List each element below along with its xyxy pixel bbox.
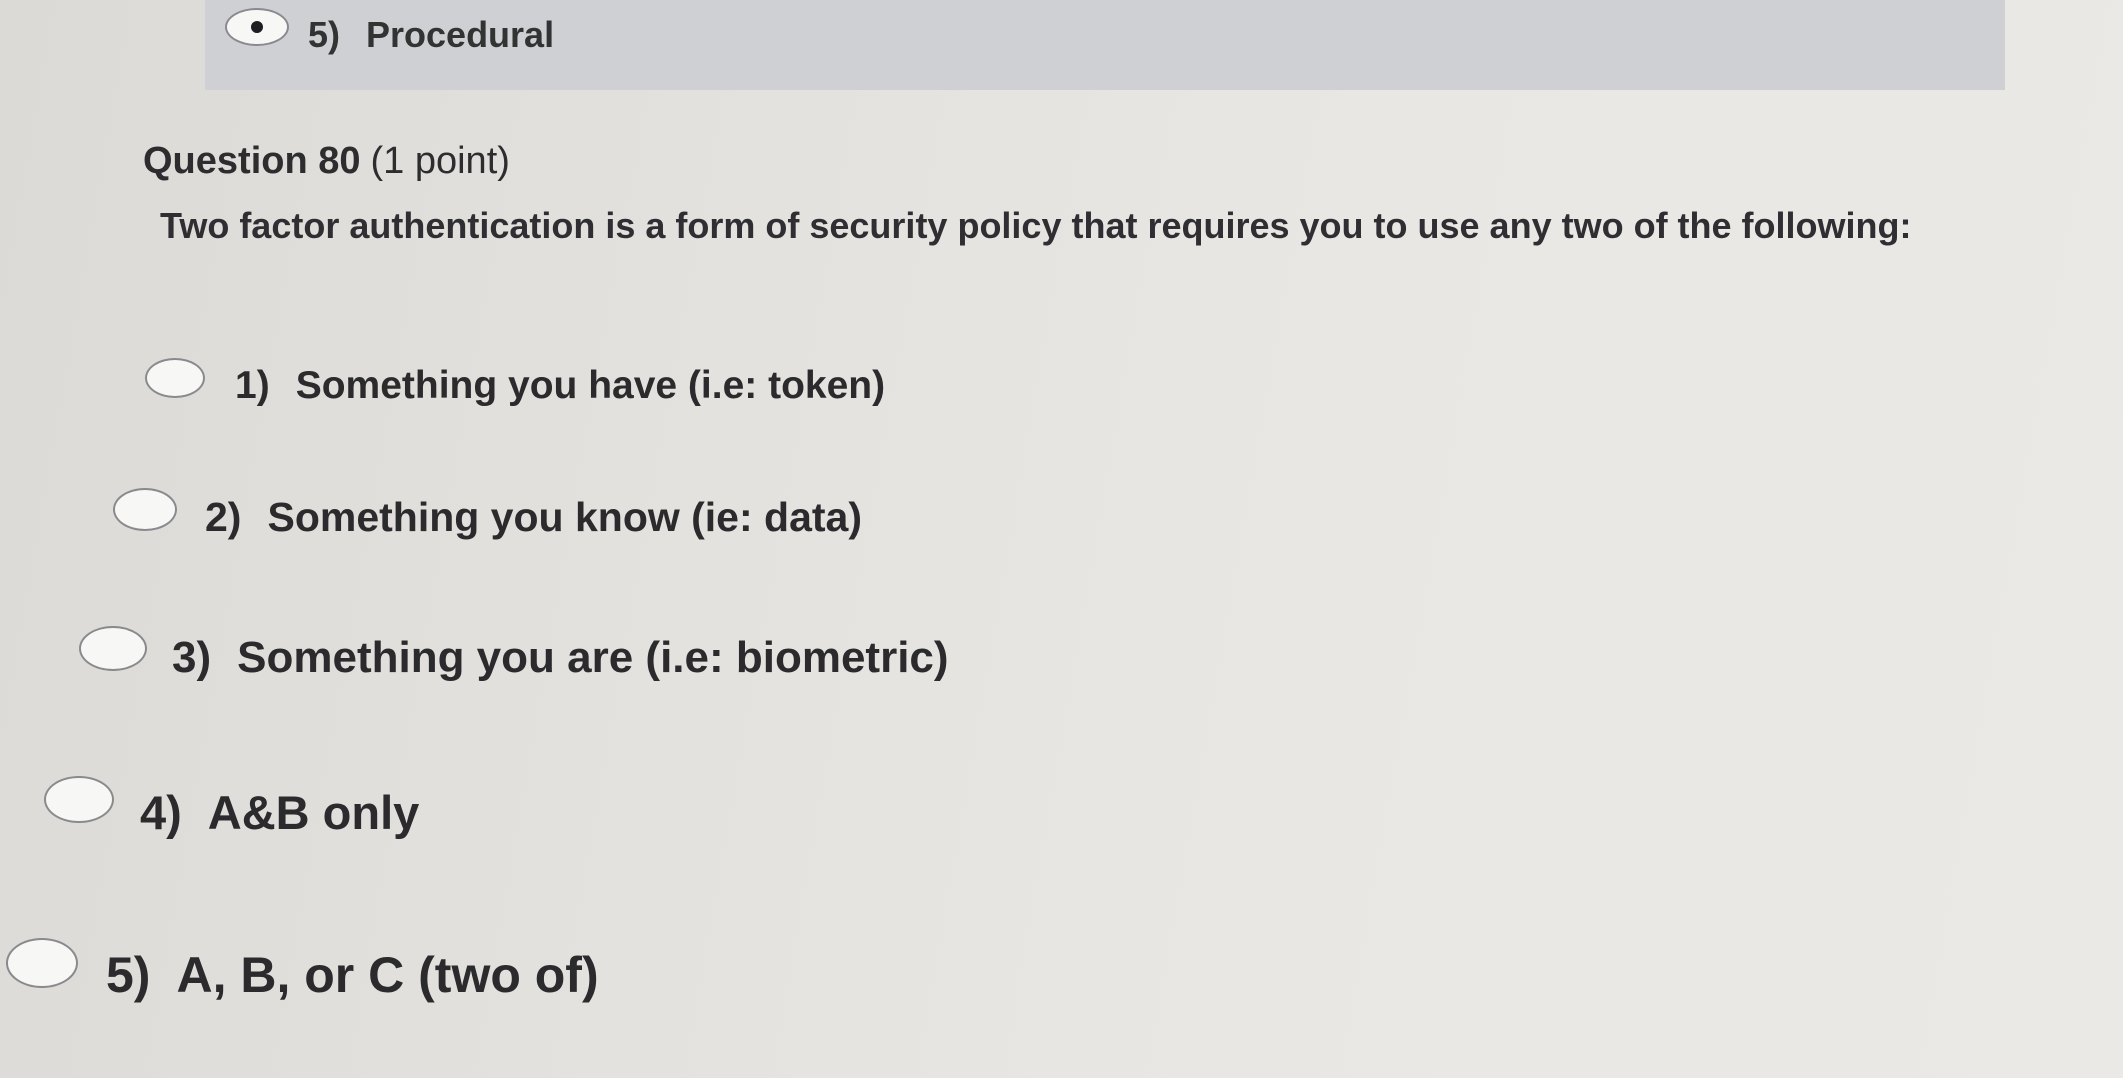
option-3-radio[interactable]	[79, 626, 147, 671]
option-1[interactable]: 1) Something you have (i.e: token)	[235, 364, 885, 408]
option-2-radio[interactable]	[113, 488, 177, 531]
option-3[interactable]: 3) Something you are (i.e: biometric)	[172, 633, 949, 683]
previous-option-label: Procedural	[366, 14, 555, 55]
previous-option-5-radio[interactable]	[225, 8, 289, 46]
previous-option-5[interactable]: 5) Procedural	[308, 14, 554, 56]
option-4[interactable]: 4) A&B only	[140, 785, 419, 840]
option-5-radio[interactable]	[6, 938, 78, 988]
option-3-number: 3)	[172, 633, 212, 682]
option-1-number: 1)	[235, 364, 270, 407]
option-2-label: Something you know (ie: data)	[267, 494, 862, 540]
option-4-number: 4)	[140, 786, 182, 839]
option-2[interactable]: 2) Something you know (ie: data)	[205, 494, 862, 541]
option-5-label: A, B, or C (two of)	[176, 947, 599, 1003]
question-text: Two factor authentication is a form of s…	[160, 205, 1912, 246]
option-1-radio[interactable]	[145, 358, 205, 398]
question-title: Question 80	[143, 140, 361, 182]
option-5-number: 5)	[106, 947, 151, 1003]
option-2-number: 2)	[205, 494, 242, 540]
question-points: (1 point)	[370, 140, 510, 182]
option-1-label: Something you have (i.e: token)	[295, 364, 886, 407]
question-header: Question 80 (1 point)	[143, 140, 510, 183]
option-3-label: Something you are (i.e: biometric)	[237, 633, 949, 682]
option-4-label: A&B only	[207, 786, 420, 839]
previous-option-number: 5)	[308, 14, 341, 55]
option-5[interactable]: 5) A, B, or C (two of)	[106, 946, 599, 1004]
option-4-radio[interactable]	[44, 776, 114, 823]
